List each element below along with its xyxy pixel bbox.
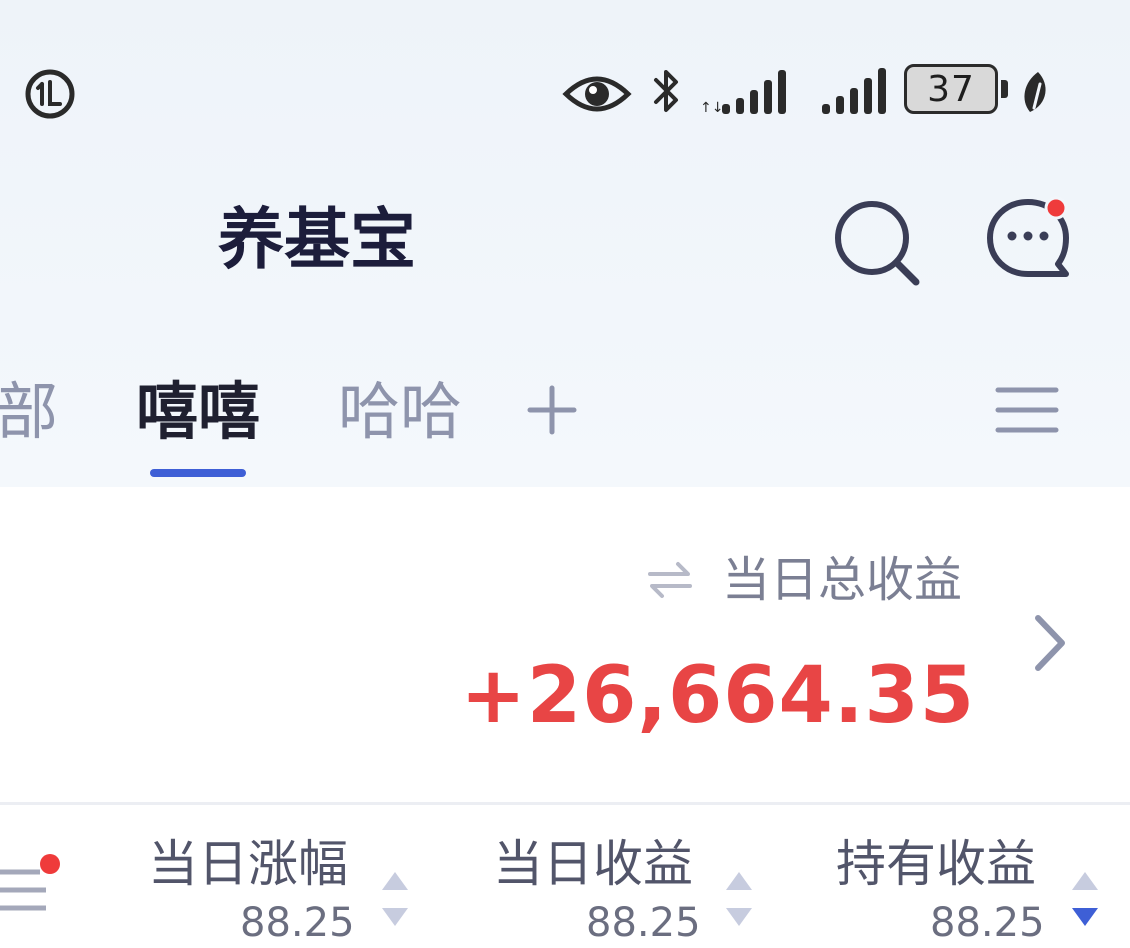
column-daily-earnings[interactable]: 当日收益 [493, 832, 693, 896]
tab-haha[interactable]: 哈哈 [338, 372, 462, 452]
page-title: 养基宝 [218, 201, 416, 278]
column-daily-change[interactable]: 当日涨幅 [148, 832, 348, 896]
eye-icon [562, 76, 632, 112]
sort-icon[interactable] [1070, 870, 1100, 930]
signal-icon: ↑↓ [700, 70, 786, 116]
chevron-right-icon[interactable] [1026, 608, 1074, 678]
add-icon[interactable] [524, 382, 580, 438]
menu-icon[interactable] [994, 382, 1060, 438]
daily-earnings-value: +26,664.35 [460, 651, 975, 741]
sort-icon[interactable] [380, 870, 410, 930]
tab-all[interactable]: 部 [0, 372, 58, 452]
list-icon[interactable] [0, 852, 66, 922]
leaf-icon [1024, 72, 1046, 112]
top-area: ↑↓ 37 养基宝 部 嘻嘻 哈哈 [0, 0, 1130, 487]
column-sub-value: 88.25 [240, 900, 355, 946]
message-icon[interactable] [980, 190, 1076, 286]
column-holding-earnings[interactable]: 持有收益 [836, 832, 1036, 896]
data-saver-icon [25, 69, 75, 119]
bluetooth-icon [654, 70, 678, 112]
column-sub-value: 88.25 [930, 900, 1045, 946]
active-tab-indicator [150, 469, 246, 477]
svg-text:↑↓: ↑↓ [700, 100, 723, 116]
swap-icon[interactable] [646, 556, 694, 604]
battery-tip [1001, 80, 1008, 98]
daily-earnings-label: 当日总收益 [722, 552, 963, 608]
battery-level: 37 [927, 68, 975, 110]
divider [0, 802, 1130, 805]
battery-icon: 37 [904, 64, 998, 114]
search-icon[interactable] [830, 196, 926, 292]
sort-icon[interactable] [724, 870, 754, 930]
column-sub-value: 88.25 [586, 900, 701, 946]
notification-dot [1044, 196, 1068, 220]
signal-icon [822, 68, 886, 114]
tab-xixi[interactable]: 嘻嘻 [136, 372, 260, 452]
